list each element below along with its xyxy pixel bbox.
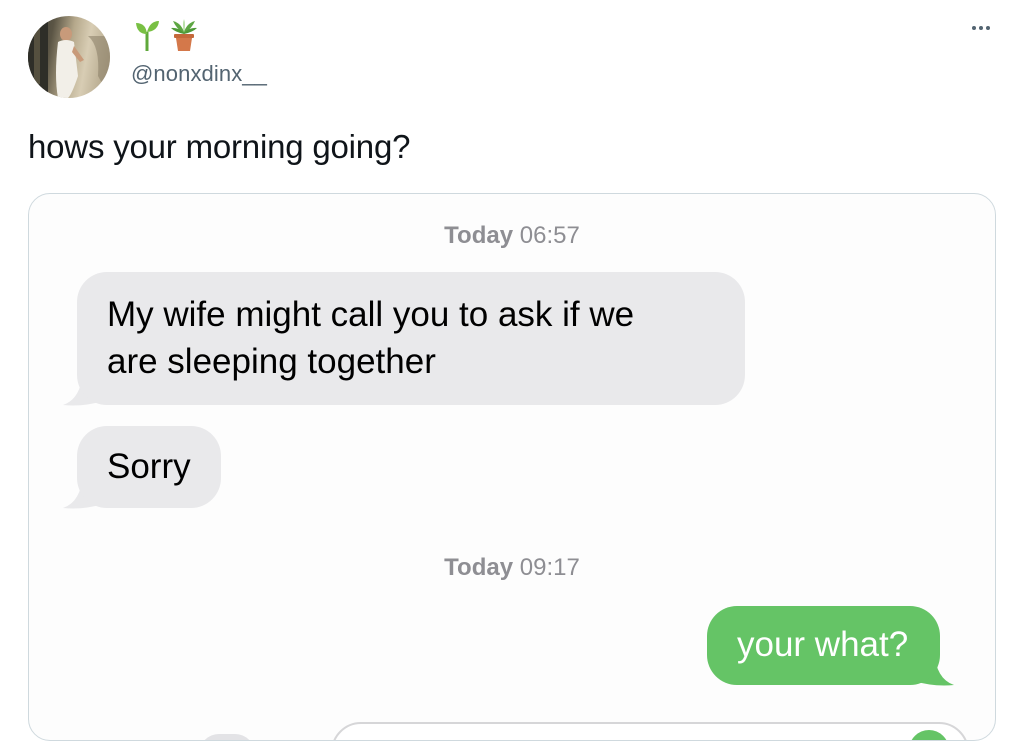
avatar[interactable] <box>28 16 110 98</box>
more-options-icon[interactable] <box>972 26 990 30</box>
user-handle[interactable]: @nonxdinx__ <box>131 61 267 87</box>
potted-plant-icon <box>171 19 197 51</box>
tweet-text: hows your morning going? <box>28 128 411 165</box>
incoming-message-bubble: Sorry <box>63 426 221 509</box>
camera-button <box>199 734 255 740</box>
message-timestamp: Today 09:17 <box>444 554 580 581</box>
tweet-media-image[interactable]: Today 06:57 My wife might call you to as… <box>28 193 996 741</box>
outgoing-message-bubble: your what? <box>707 606 955 686</box>
avatar-photo <box>28 16 110 98</box>
incoming-message-bubble: My wife might call you to ask if we are … <box>63 272 745 406</box>
message-timestamp: Today 06:57 <box>444 222 580 249</box>
name-emojis <box>134 18 198 52</box>
message-text-line: My wife might call you to ask if we <box>107 295 635 334</box>
seedling-icon <box>136 21 159 51</box>
message-input-field <box>331 722 969 740</box>
message-text: your what? <box>707 606 941 685</box>
message-text: Sorry <box>77 426 221 508</box>
message-text-line: are sleeping together <box>107 342 436 381</box>
